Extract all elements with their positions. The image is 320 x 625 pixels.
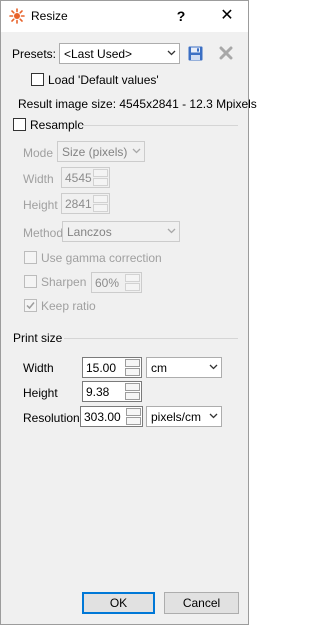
method-label: Method <box>23 226 64 240</box>
keep-ratio-checkbox[interactable] <box>24 299 37 312</box>
close-button[interactable]: ✕ <box>215 4 239 28</box>
help-button[interactable]: ? <box>169 4 193 28</box>
gamma-correction-label: Use gamma correction <box>41 251 162 265</box>
mode-dropdown[interactable]: Size (pixels) <box>57 141 145 162</box>
print-width-unit-dropdown[interactable]: cm <box>146 357 222 378</box>
sharpen-stepper[interactable]: 60% <box>91 272 142 293</box>
increment-button[interactable] <box>93 195 108 203</box>
chevron-down-icon <box>132 148 141 154</box>
print-width-label: Width <box>23 361 54 375</box>
window-title: Resize <box>31 9 68 23</box>
print-width-stepper[interactable]: 15.00 <box>82 357 142 378</box>
keep-ratio-label: Keep ratio <box>41 299 96 313</box>
presets-label: Presets: <box>12 47 57 61</box>
chevron-down-icon <box>167 228 176 234</box>
title-bar: Resize ? ✕ <box>1 1 248 32</box>
sharpen-checkbox[interactable] <box>24 275 37 288</box>
app-logo-icon <box>9 8 25 24</box>
print-height-stepper[interactable]: 9.38 <box>82 381 142 402</box>
decrement-button[interactable] <box>126 417 141 425</box>
increment-button[interactable] <box>125 359 140 367</box>
resample-group-divider <box>79 125 238 126</box>
print-height-label: Height <box>23 386 58 400</box>
method-dropdown[interactable]: Lanczos <box>62 221 180 242</box>
decrement-button[interactable] <box>125 392 140 400</box>
resample-checkbox[interactable] <box>13 118 26 131</box>
print-width-unit-value: cm <box>151 361 167 375</box>
decrement-button[interactable] <box>93 204 108 212</box>
sharpen-value: 60% <box>95 276 120 290</box>
delete-preset-icon[interactable] <box>219 46 233 60</box>
print-width-value: 15.00 <box>86 361 117 375</box>
increment-button[interactable] <box>93 169 108 177</box>
mode-label: Mode <box>23 146 54 160</box>
save-preset-icon[interactable] <box>188 46 203 61</box>
chevron-down-icon <box>209 364 218 370</box>
method-selected-value: Lanczos <box>67 225 112 239</box>
presets-dropdown[interactable]: <Last Used> <box>59 43 180 64</box>
result-size-text: Result image size: 4545x2841 - 12.3 Mpix… <box>18 97 257 111</box>
increment-button[interactable] <box>125 383 140 391</box>
load-default-label: Load 'Default values' <box>48 73 159 87</box>
gamma-correction-checkbox[interactable] <box>24 251 37 264</box>
cancel-button[interactable]: Cancel <box>164 592 239 614</box>
decrement-button[interactable] <box>125 283 140 291</box>
increment-button[interactable] <box>126 408 141 416</box>
increment-button[interactable] <box>125 274 140 282</box>
decrement-button[interactable] <box>93 178 108 186</box>
checkmark-icon <box>26 302 35 310</box>
presets-selected-value: <Last Used> <box>64 47 133 61</box>
resample-height-stepper[interactable]: 2841 <box>61 193 110 214</box>
load-default-checkbox[interactable] <box>31 73 44 86</box>
mode-selected-value: Size (pixels) <box>62 145 128 159</box>
resample-height-label: Height <box>23 198 58 212</box>
resolution-stepper[interactable]: 303.00 <box>80 406 143 427</box>
print-height-value: 9.38 <box>86 385 110 399</box>
resample-width-stepper[interactable]: 4545 <box>61 167 110 188</box>
resample-width-label: Width <box>23 172 54 186</box>
decrement-button[interactable] <box>125 368 140 376</box>
resolution-label: Resolution <box>23 411 80 425</box>
resample-label: Resample <box>30 118 85 132</box>
resolution-unit-dropdown[interactable]: pixels/cm <box>146 406 222 427</box>
ok-button[interactable]: OK <box>82 592 155 614</box>
print-size-group-divider <box>64 338 238 339</box>
chevron-down-icon <box>209 413 218 419</box>
resolution-unit-value: pixels/cm <box>151 410 202 424</box>
print-size-title: Print size <box>13 331 63 345</box>
chevron-down-icon <box>167 50 176 56</box>
sharpen-label: Sharpen <box>41 275 87 289</box>
resample-height-value: 2841 <box>65 197 92 211</box>
resolution-value: 303.00 <box>84 410 121 424</box>
resample-width-value: 4545 <box>65 171 92 185</box>
resize-dialog: Resize ? ✕ Presets: <Last Used> Load 'De… <box>0 0 257 625</box>
